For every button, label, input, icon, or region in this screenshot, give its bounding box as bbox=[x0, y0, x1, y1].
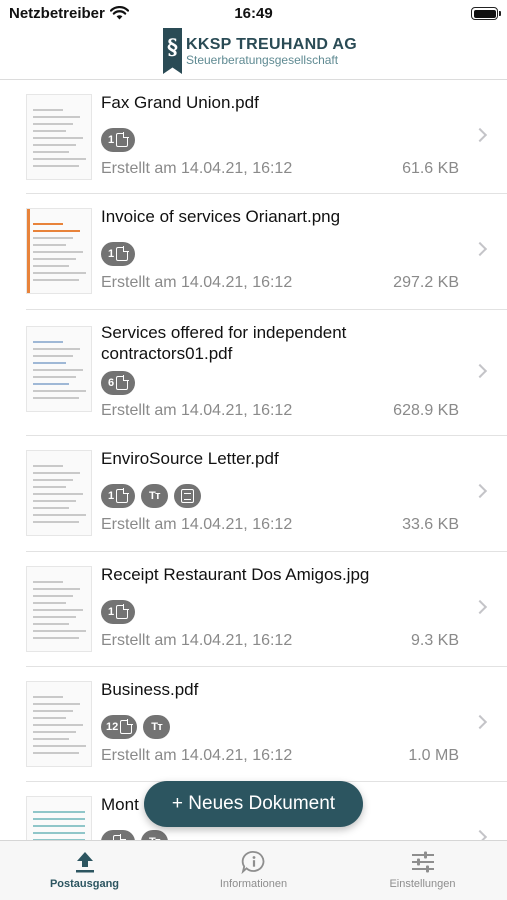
document-row[interactable]: Services offered for independent contrac… bbox=[0, 310, 507, 436]
text-recognized-badge: Tт bbox=[141, 830, 168, 840]
tab-informationen[interactable]: Informationen bbox=[169, 841, 338, 900]
document-size: 61.6 KB bbox=[402, 160, 459, 177]
chevron-right-icon[interactable] bbox=[472, 363, 488, 379]
text-recognized-badge: Tт bbox=[143, 715, 171, 739]
company-logo: § KKSP TREUHAND AG Steuerberatungsgesell… bbox=[163, 28, 357, 74]
page-icon bbox=[116, 246, 130, 261]
spreadsheet-thumbnail bbox=[26, 796, 92, 840]
page-icon bbox=[116, 488, 130, 503]
page-count-badge bbox=[101, 830, 135, 840]
page-count: 12 bbox=[106, 721, 119, 733]
app-header: § KKSP TREUHAND AG Steuerberatungsgesell… bbox=[0, 28, 507, 80]
scan-badge bbox=[174, 484, 201, 508]
chevron-right-icon[interactable] bbox=[472, 241, 488, 257]
page-count-badge: 1 bbox=[101, 484, 135, 508]
document-row[interactable]: Business.pdf 12 Tт Erstellt am 14.04.21, 16… bbox=[0, 667, 507, 782]
document-title: Fax Grand Union.pdf bbox=[101, 93, 259, 112]
document-badges: 1 bbox=[101, 242, 135, 266]
document-badges: 1 bbox=[101, 128, 135, 152]
document-list[interactable]: Fax Grand Union.pdf 1 Erstellt am 14.04.21… bbox=[0, 80, 507, 840]
battery-icon bbox=[471, 7, 501, 20]
page-count-badge: 1 bbox=[101, 242, 135, 266]
tab-label: Postausgang bbox=[49, 878, 120, 890]
page-count-badge: 6 bbox=[101, 371, 135, 395]
fax-cover-thumbnail bbox=[26, 94, 92, 180]
document-size: 628.9 KB bbox=[393, 402, 459, 419]
document-date: Erstellt am 14.04.21, 16:12 bbox=[101, 160, 293, 177]
scan-icon bbox=[181, 489, 194, 503]
document-size: 1.0 MB bbox=[408, 747, 459, 764]
logo-name: KKSP TREUHAND AG bbox=[186, 35, 358, 53]
document-size: 297.2 KB bbox=[393, 274, 459, 291]
chevron-right-icon[interactable] bbox=[472, 483, 488, 499]
document-badges: 1 Tт bbox=[101, 484, 201, 508]
logo-subtitle: Steuerberatungsgesellschaft bbox=[186, 52, 339, 67]
document-badges: 6 bbox=[101, 371, 135, 395]
document-date: Erstellt am 14.04.21, 16:12 bbox=[101, 402, 293, 419]
letter-thumbnail bbox=[26, 450, 92, 536]
receipt-thumbnail bbox=[26, 566, 92, 652]
clock: 16:49 bbox=[234, 5, 273, 22]
tab-label: Einstellungen bbox=[389, 878, 456, 890]
tab-postausgang[interactable]: Postausgang bbox=[0, 841, 169, 900]
tab-label: Informationen bbox=[219, 878, 288, 890]
page-icon bbox=[116, 604, 130, 619]
status-bar: Netzbetreiber 16:49 bbox=[0, 0, 507, 28]
page-count: 1 bbox=[107, 248, 115, 260]
document-badges: Tт bbox=[101, 830, 168, 840]
document-row[interactable]: Receipt Restaurant Dos Amigos.jpg 1 Erstel… bbox=[0, 552, 507, 667]
page-count: 1 bbox=[107, 134, 115, 146]
document-size: 33.6 KB bbox=[402, 516, 459, 533]
text-icon: Tт bbox=[151, 721, 163, 733]
document-badges: 1 bbox=[101, 600, 135, 624]
sliders-icon bbox=[411, 851, 434, 873]
page-count: 1 bbox=[107, 606, 115, 618]
new-document-button[interactable]: + Neues Dokument bbox=[144, 781, 363, 827]
chevron-right-icon[interactable] bbox=[472, 829, 488, 840]
page-icon bbox=[120, 719, 134, 734]
document-size: 9.3 KB bbox=[410, 632, 459, 649]
invoice-thumbnail bbox=[26, 208, 92, 294]
document-title: EnviroSource Letter.pdf bbox=[101, 449, 279, 468]
chevron-right-icon[interactable] bbox=[472, 714, 488, 730]
text-icon: Tт bbox=[148, 490, 161, 502]
page-count-badge: 1 bbox=[101, 600, 135, 624]
document-date: Erstellt am 14.04.21, 16:12 bbox=[101, 632, 293, 649]
chevron-right-icon[interactable] bbox=[472, 127, 488, 143]
document-title: Receipt Restaurant Dos Amigos.jpg bbox=[101, 565, 370, 584]
document-title: Business.pdf bbox=[101, 680, 199, 699]
document-date: Erstellt am 14.04.21, 16:12 bbox=[101, 516, 293, 533]
document-row[interactable]: Fax Grand Union.pdf 1 Erstellt am 14.04.21… bbox=[0, 80, 507, 194]
paragraph-logo-icon: § bbox=[163, 28, 182, 74]
document-date: Erstellt am 14.04.21, 16:12 bbox=[101, 747, 293, 764]
page-icon bbox=[116, 132, 130, 147]
page-count-badge: 1 bbox=[101, 128, 135, 152]
form-thumbnail bbox=[26, 326, 92, 412]
document-title: Invoice of services Orianart.png bbox=[101, 207, 341, 226]
document-row[interactable]: EnviroSource Letter.pdf 1 Tт Erstellt am 14… bbox=[0, 436, 507, 552]
page-count-badge: 12 bbox=[101, 715, 138, 739]
page-count: 6 bbox=[107, 377, 115, 389]
document-date: Erstellt am 14.04.21, 16:12 bbox=[101, 274, 293, 291]
tab-einstellungen[interactable]: Einstellungen bbox=[338, 841, 507, 900]
tab-bar: Postausgang Informationen Einstellungen bbox=[0, 840, 507, 900]
upload-icon bbox=[75, 852, 94, 873]
info-icon bbox=[240, 851, 264, 874]
text-recognized-badge: Tт bbox=[141, 484, 168, 508]
document-title: Services offered for independent contrac… bbox=[101, 323, 347, 363]
document-badges: 12 Tт bbox=[101, 715, 171, 739]
page-count: 1 bbox=[107, 490, 115, 502]
document-row[interactable]: Invoice of services Orianart.png 1 Erstell… bbox=[0, 194, 507, 310]
page-icon bbox=[116, 375, 130, 390]
business-thumbnail bbox=[26, 681, 92, 767]
chevron-right-icon[interactable] bbox=[472, 599, 488, 615]
